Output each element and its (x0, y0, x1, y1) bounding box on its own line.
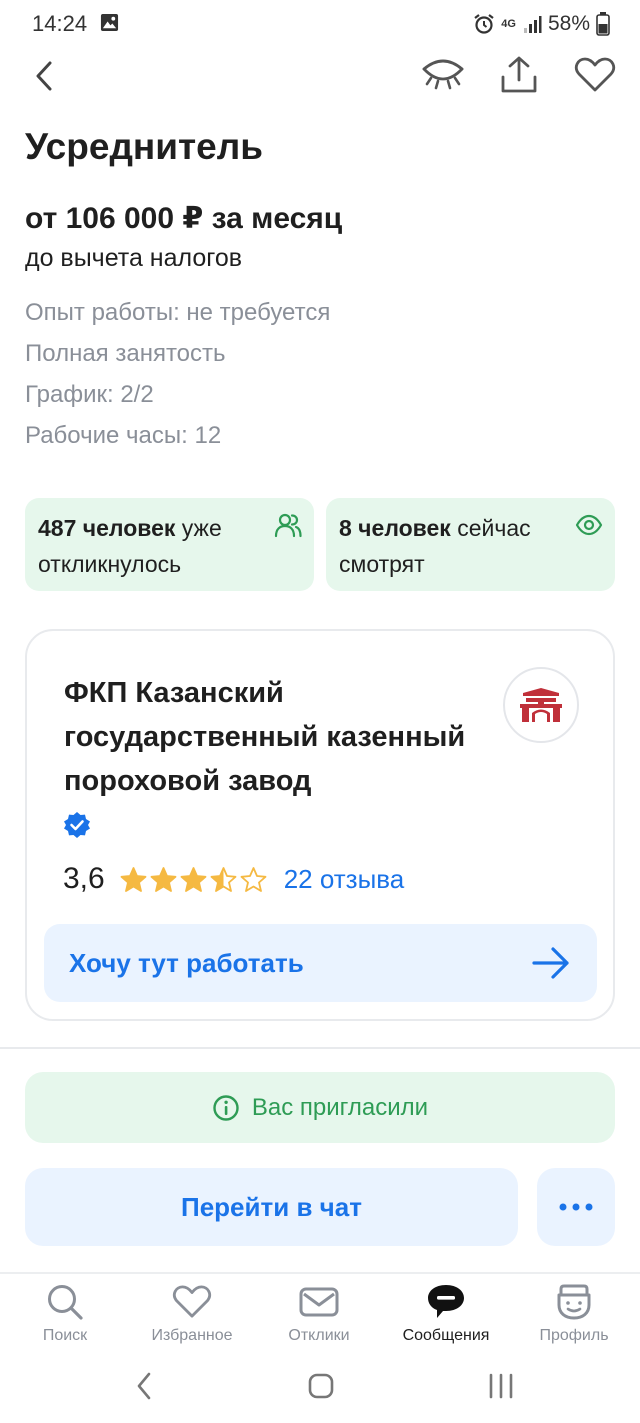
share-icon (501, 56, 537, 93)
eye-closed-icon (422, 59, 464, 90)
tab-profile[interactable]: Профиль (510, 1282, 638, 1354)
rating-value: 3,6 (63, 862, 105, 895)
detail-experience: Опыт работы: не требуется (25, 299, 331, 326)
tab-favorites[interactable]: Избранное (128, 1282, 256, 1354)
chevron-left-icon (36, 61, 52, 91)
tab-search[interactable]: Поиск (1, 1282, 129, 1354)
rating-stars (119, 865, 268, 894)
tax-note: до вычета налогов (25, 244, 243, 272)
chat-label: Перейти в чат (181, 1191, 362, 1222)
detail-schedule: График: 2/2 (25, 381, 154, 408)
share-button[interactable] (496, 52, 542, 98)
star-full-icon (150, 866, 177, 892)
invited-label: Вас пригласили (251, 1093, 429, 1121)
tab-favorites-label: Избранное (151, 1327, 233, 1344)
status-right: 4G 58% (473, 10, 610, 38)
invited-banner: Вас пригласили (25, 1072, 615, 1143)
rating-row: 3,6 22 отзыва (63, 859, 404, 899)
watching-text: 8 человек сейчас смотрят (339, 510, 569, 582)
vacancy-title: Усреднитель (25, 126, 263, 167)
hide-button[interactable] (420, 52, 466, 98)
gallery-icon (100, 13, 119, 32)
search-icon (48, 1285, 83, 1320)
chat-bubble-icon (428, 1285, 464, 1318)
profile-icon (557, 1284, 591, 1320)
tab-responses[interactable]: Отклики (255, 1282, 383, 1354)
tab-responses-label: Отклики (288, 1327, 350, 1344)
status-time: 14:24 (32, 11, 88, 36)
arrow-right-icon (532, 947, 569, 979)
detail-employment: Полная занятость (25, 340, 226, 367)
back-button[interactable] (26, 56, 62, 96)
detail-hours: Рабочие часы: 12 (25, 422, 222, 449)
system-back-icon (137, 1372, 151, 1400)
tab-profile-label: Профиль (539, 1327, 609, 1344)
envelope-icon (299, 1287, 339, 1317)
more-dots-icon (559, 1203, 593, 1211)
heart-icon (575, 57, 615, 92)
verified-icon (64, 812, 90, 838)
nav-actions (420, 52, 618, 98)
salary: от 106 000 ₽ за месяц (25, 202, 343, 235)
vacancy-details: Опыт работы: не требуется Полная занятос… (25, 296, 330, 460)
system-home-button[interactable] (301, 1370, 341, 1402)
employer-logo[interactable] (503, 667, 579, 743)
responded-card: 487 человек уже откликнулось (25, 498, 314, 591)
want-work-button[interactable]: Хочу тут работать (44, 924, 597, 1002)
watching-card: 8 человек сейчас смотрят (326, 498, 615, 591)
status-bar: 14:24 4G 58% (0, 0, 640, 48)
tab-search-label: Поиск (42, 1327, 88, 1344)
star-full-icon (180, 866, 207, 892)
tab-messages[interactable]: Сообщения (382, 1282, 510, 1354)
heart-icon (173, 1285, 211, 1318)
employer-name[interactable]: ФКП Казанский государственный казенный п… (64, 671, 504, 803)
watching-count: 8 человек (339, 515, 451, 541)
alarm-icon (474, 14, 494, 34)
section-divider (0, 1047, 640, 1049)
tab-bar: Поиск Избранное Отклики Сообщения Профил… (0, 1272, 640, 1356)
favorite-button[interactable] (572, 52, 618, 98)
star-empty-icon (240, 866, 267, 892)
more-button[interactable] (537, 1168, 615, 1246)
battery-percent: 58% (547, 12, 590, 35)
employer-card[interactable]: ФКП Казанский государственный казенный п… (25, 629, 615, 1021)
signal-icon (523, 16, 542, 33)
info-icon (213, 1094, 239, 1121)
responded-count: 487 человек (38, 515, 176, 541)
want-work-label: Хочу тут работать (69, 947, 304, 978)
system-home-icon (308, 1373, 334, 1399)
users-icon (274, 513, 302, 538)
eye-icon (575, 514, 603, 536)
network-type: 4G (501, 17, 516, 30)
android-nav-bar (0, 1356, 640, 1423)
responded-text: 487 человек уже откликнулось (38, 510, 268, 582)
system-back-button[interactable] (124, 1370, 164, 1402)
reviews-link[interactable]: 22 отзыва (284, 864, 405, 895)
go-to-chat-button[interactable]: Перейти в чат (25, 1168, 518, 1246)
battery-icon (596, 12, 610, 36)
star-half-icon (210, 866, 237, 892)
gate-logo-icon (520, 688, 562, 722)
star-full-icon (120, 866, 147, 892)
system-recents-icon (489, 1373, 513, 1399)
tab-messages-label: Сообщения (402, 1327, 490, 1344)
top-nav (0, 48, 640, 104)
system-recents-button[interactable] (481, 1370, 521, 1402)
